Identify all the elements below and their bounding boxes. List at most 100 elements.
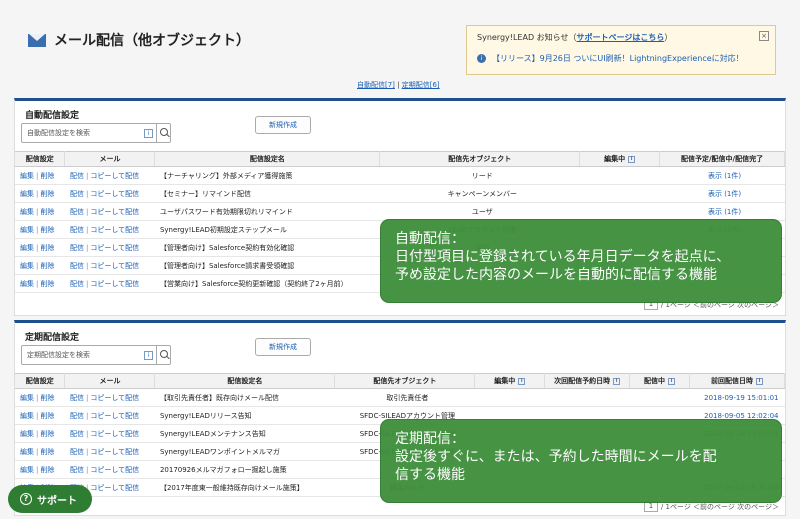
separator: | [36, 171, 39, 180]
send-link[interactable]: 配信 [70, 190, 84, 198]
separator: | [85, 207, 89, 216]
pager-text[interactable]: / 1ページ ＜前のページ 次のページ＞ [661, 502, 779, 512]
row-actions: 編集|削除 [15, 442, 65, 461]
delete-link[interactable]: 削除 [40, 412, 54, 420]
copy-send-link[interactable]: コピーして配信 [90, 484, 139, 492]
send-link[interactable]: 配信 [70, 262, 84, 270]
send-link[interactable]: 配信 [70, 226, 84, 234]
separator: | [36, 225, 39, 234]
close-icon[interactable]: × [759, 31, 769, 41]
copy-send-link[interactable]: コピーして配信 [90, 466, 139, 474]
support-page-link[interactable]: サポートページはこちら [577, 33, 665, 42]
separator: | [36, 189, 39, 198]
copy-send-link[interactable]: コピーして配信 [90, 262, 139, 270]
copy-send-link[interactable]: コピーして配信 [90, 190, 139, 198]
copy-send-link[interactable]: コピーして配信 [90, 172, 139, 180]
fixed-search-box[interactable]: 定期配信設定を検索 i [21, 345, 171, 365]
edit-link[interactable]: 編集 [20, 280, 34, 288]
column-header-label: メール [99, 377, 121, 385]
table-row: 編集 | 削除 配信 | コピーして配信 【取引先責任者】既存向けメール配信 取引先責任者 2… [15, 388, 785, 407]
delete-link[interactable]: 削除 [40, 430, 54, 438]
separator: | [36, 429, 39, 438]
edit-link[interactable]: 編集 [20, 190, 34, 198]
last-delivery-date[interactable]: 2018-09-19 15:01:01 [689, 388, 785, 407]
support-button[interactable]: ? サポート [8, 485, 92, 513]
fixed-description-callout: 定期配信： 設定後すぐに、または、予約した時間にメールを配 信する機能 [381, 420, 781, 502]
edit-link[interactable]: 編集 [20, 412, 34, 420]
send-link[interactable]: 配信 [70, 466, 84, 474]
send-link[interactable]: 配信 [70, 412, 84, 420]
auto-delivery-link[interactable]: 自動配信[7] [357, 81, 395, 89]
edit-link[interactable]: 編集 [20, 466, 34, 474]
delete-link[interactable]: 削除 [40, 394, 54, 402]
delivery-name: 【管理者向け】Salesforce請求書受領確認 [154, 256, 380, 275]
separator: | [36, 465, 39, 474]
delete-link[interactable]: 削除 [40, 226, 54, 234]
delete-link[interactable]: 削除 [40, 262, 54, 270]
send-link[interactable]: 配信 [70, 244, 84, 252]
delivery-name: 【営業向け】Salesforce契約更新確認（契約終了2ヶ月前） [154, 274, 380, 293]
column-header: メール [64, 373, 156, 389]
send-link[interactable]: 配信 [70, 280, 84, 288]
copy-send-link[interactable]: コピーして配信 [90, 412, 139, 420]
column-header-label: 配信設定名 [249, 155, 285, 163]
edit-link[interactable]: 編集 [20, 448, 34, 456]
fixed-search-input[interactable]: 定期配信設定を検索 [22, 350, 144, 360]
auto-description-callout: 自動配信： 日付型項目に登録されている年月日データを起点に、 予め設定した内容の… [381, 220, 781, 302]
copy-send-link[interactable]: コピーして配信 [90, 226, 139, 234]
delivery-name: 【ナーチャリング】外部メディア獲得施策 [154, 166, 380, 185]
separator: | [85, 189, 89, 198]
send-link[interactable]: 配信 [70, 394, 84, 402]
row-actions: 編集|削除 [15, 238, 65, 257]
row-send-actions: 配信|コピーして配信 [64, 202, 155, 221]
status-link[interactable]: 表示 (1件) [659, 184, 785, 203]
auto-search-input[interactable]: 自動配信設定を検索 [22, 128, 144, 138]
fixed-delivery-link[interactable]: 定期配信[6] [402, 81, 440, 89]
status-link[interactable]: 表示 (1件) [659, 202, 785, 221]
copy-send-link[interactable]: コピーして配信 [90, 448, 139, 456]
editing-cell [579, 166, 660, 185]
search-icon[interactable] [156, 346, 170, 364]
copy-send-link[interactable]: コピーして配信 [90, 394, 139, 402]
sending-cell [629, 388, 690, 407]
delete-link[interactable]: 削除 [40, 172, 54, 180]
page-number[interactable]: 1 [643, 501, 658, 512]
status-link[interactable]: 表示 (1件) [659, 166, 785, 185]
search-icon[interactable] [156, 124, 170, 142]
fixed-panel-title: 定期配信設定 [25, 333, 80, 343]
copy-send-link[interactable]: コピーして配信 [90, 280, 139, 288]
copy-send-link[interactable]: コピーして配信 [90, 430, 139, 438]
edit-link[interactable]: 編集 [20, 208, 34, 216]
delete-link[interactable]: 削除 [40, 280, 54, 288]
info-icon: i [144, 350, 153, 360]
info-icon: i [613, 377, 621, 385]
send-link[interactable]: 配信 [70, 448, 84, 456]
edit-link[interactable]: 編集 [20, 394, 34, 402]
delivery-name: Synergy!LEADメンテナンス告知 [154, 424, 335, 443]
notice-item[interactable]: i 【リリース】9月26日 ついにUI刷新！LightningExperienc… [477, 53, 765, 64]
send-link[interactable]: 配信 [70, 172, 84, 180]
column-header: 配信設定名 [154, 151, 381, 167]
edit-link[interactable]: 編集 [20, 244, 34, 252]
edit-link[interactable]: 編集 [20, 226, 34, 234]
column-header: 配信先オブジェクト [379, 151, 581, 167]
edit-link[interactable]: 編集 [20, 430, 34, 438]
copy-send-link[interactable]: コピーして配信 [90, 208, 139, 216]
delete-link[interactable]: 削除 [40, 208, 54, 216]
delete-link[interactable]: 削除 [40, 244, 54, 252]
editing-cell [579, 202, 660, 221]
send-link[interactable]: 配信 [70, 430, 84, 438]
edit-link[interactable]: 編集 [20, 262, 34, 270]
send-link[interactable]: 配信 [70, 208, 84, 216]
edit-link[interactable]: 編集 [20, 172, 34, 180]
separator: | [85, 429, 89, 438]
copy-send-link[interactable]: コピーして配信 [90, 244, 139, 252]
delete-link[interactable]: 削除 [40, 448, 54, 456]
auto-search-box[interactable]: 自動配信設定を検索 i [21, 123, 171, 143]
delete-link[interactable]: 削除 [40, 466, 54, 474]
fixed-new-button[interactable]: 新規作成 [255, 338, 311, 356]
row-send-actions: 配信|コピーして配信 [64, 460, 155, 479]
column-header-label: 配信先オブジェクト [373, 377, 437, 385]
delete-link[interactable]: 削除 [40, 190, 54, 198]
auto-new-button[interactable]: 新規作成 [255, 116, 311, 134]
